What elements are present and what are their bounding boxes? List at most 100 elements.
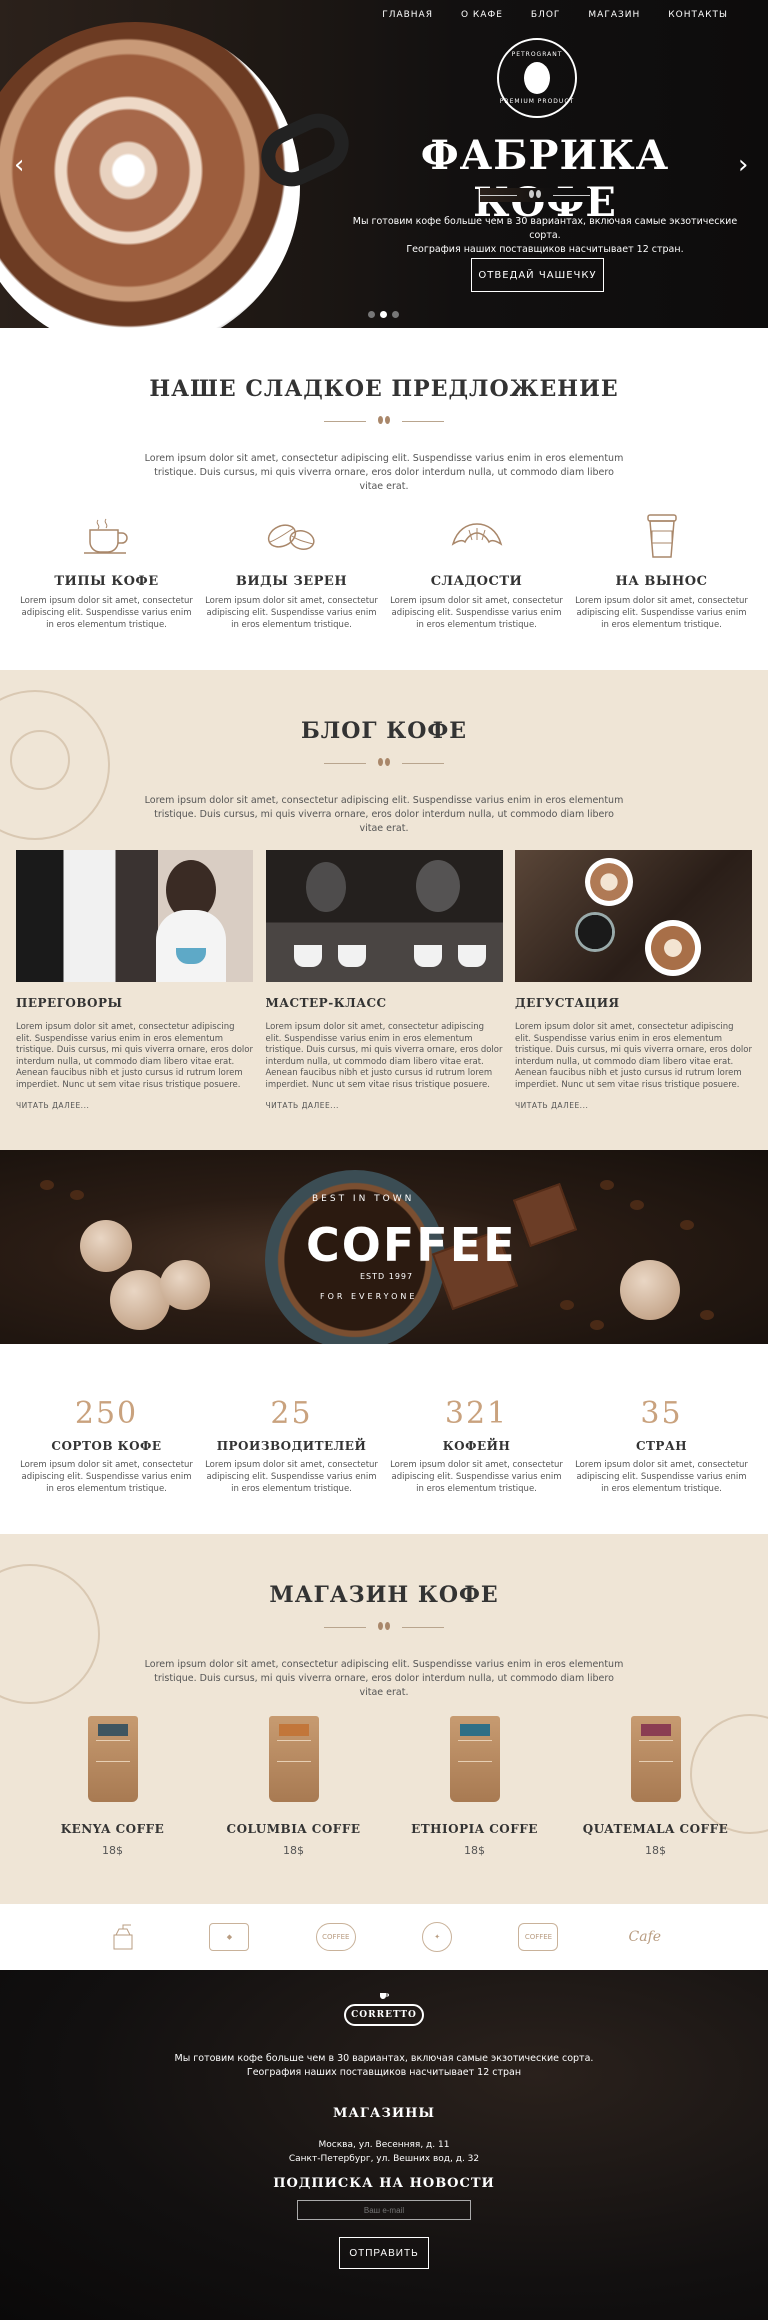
product-card[interactable]: QUATEMALA COFFE 18$	[571, 1716, 741, 1857]
hero-subtitle: Мы готовим кофе больше чем в 30 варианта…	[350, 215, 740, 257]
address-1: Москва, ул. Весенняя, д. 11	[318, 2140, 450, 2150]
stat-item: 35 СТРАН Lorem ipsum dolor sit amet, con…	[574, 1396, 750, 1495]
shop-addresses: Москва, ул. Весенняя, д. 11 Санкт-Петерб…	[0, 2138, 768, 2166]
circle-logo-icon[interactable]: ✦	[422, 1922, 453, 1952]
post-title[interactable]: ПЕРЕГОВОРЫ	[16, 996, 253, 1010]
coffee-banner: BEST IN TOWN COFFEE ESTD 1997 FOR EVERYO…	[0, 1150, 768, 1344]
shop-intro: Lorem ipsum dolor sit amet, consectetur …	[144, 1659, 624, 1698]
product-name[interactable]: QUATEMALA COFFE	[571, 1822, 741, 1836]
badge-top-text: PETROGRANT	[511, 51, 563, 58]
hero-section: ГЛАВНАЯ О КАФЕ БЛОГ МАГАЗИН КОНТАКТЫ PET…	[0, 0, 768, 328]
product-name[interactable]: COLUMBIA COFFE	[209, 1822, 379, 1836]
product-card[interactable]: KENYA COFFE 18$	[28, 1716, 198, 1857]
coffee-beans-icon	[204, 508, 380, 564]
slider-dot-active[interactable]	[380, 311, 387, 318]
blog-title: БЛОГ КОФЕ	[300, 718, 468, 744]
nav-blog[interactable]: БЛОГ	[531, 10, 561, 20]
coffee-logo[interactable]: COFFEE	[315, 1923, 356, 1951]
offer-intro: Lorem ipsum dolor sit amet, consectetur …	[144, 453, 624, 492]
hero-divider	[480, 188, 590, 202]
badge-logo-icon[interactable]: ◆	[209, 1923, 250, 1951]
feature-item: ТИПЫ КОФЕ Lorem ipsum dolor sit amet, co…	[19, 508, 195, 631]
croissant-icon	[389, 508, 565, 564]
coffee-bag-image[interactable]	[630, 1716, 681, 1802]
post-title[interactable]: МАСТЕР-КЛАСС	[266, 996, 503, 1010]
slider-dot[interactable]	[392, 311, 399, 318]
footer-about: Мы готовим кофе больше чем в 30 варианта…	[0, 2052, 768, 2080]
section-divider	[0, 758, 768, 768]
feature-title: СЛАДОСТИ	[430, 574, 523, 589]
email-field[interactable]	[297, 2200, 471, 2220]
footer-logo[interactable]: CORRETTO	[344, 2004, 424, 2026]
offer-section: НАШЕ СЛАДКОЕ ПРЕДЛОЖЕНИЕ Lorem ipsum dol…	[0, 328, 768, 670]
grinder-logo-icon[interactable]	[103, 1923, 143, 1951]
hero-subtitle-line-1: Мы готовим кофе больше чем в 30 варианта…	[352, 216, 738, 241]
stat-title: КОФЕЙН	[442, 1439, 511, 1453]
coffee-cup-icon	[380, 1993, 389, 1999]
feature-title: ТИПЫ КОФЕ	[54, 574, 159, 589]
tasting-photo[interactable]	[515, 850, 752, 982]
partner-logos: ◆ COFFEE ✦ COFFEE Cafe	[0, 1904, 768, 1970]
address-2: Санкт-Петербург, ул. Вешних вод, д. 32	[288, 2154, 480, 2164]
macaron-image	[160, 1260, 210, 1310]
coffee-bag-image[interactable]	[87, 1716, 138, 1802]
coffee-bag-image[interactable]	[268, 1716, 319, 1802]
product-card[interactable]: ETHIOPIA COFFE 18$	[390, 1716, 560, 1857]
offer-title: НАШЕ СЛАДКОЕ ПРЕДЛОЖЕНИЕ	[149, 376, 619, 402]
slider-dot[interactable]	[368, 311, 375, 318]
slider-prev-icon[interactable]: ‹	[14, 150, 24, 180]
shop-section: МАГАЗИН КОФЕ Lorem ipsum dolor sit amet,…	[0, 1534, 768, 1904]
read-more-link[interactable]: ЧИТАТЬ ДАЛЕЕ...	[16, 1101, 253, 1110]
coffee-logo[interactable]: COFFEE	[518, 1923, 559, 1951]
banner-est-text: ESTD 1997	[360, 1272, 414, 1281]
subscribe-title: ПОДПИСКА НА НОВОСТИ	[273, 2176, 495, 2191]
nav-home[interactable]: ГЛАВНАЯ	[382, 10, 433, 20]
send-button[interactable]: ОТПРАВИТЬ	[339, 2237, 429, 2269]
stats-section: 250 СОРТОВ КОФЕ Lorem ipsum dolor sit am…	[0, 1344, 768, 1534]
feature-item: НА ВЫНОС Lorem ipsum dolor sit amet, con…	[574, 508, 750, 631]
nav-shop[interactable]: МАГАЗИН	[588, 10, 640, 20]
taste-cup-button[interactable]: ОТВЕДАЙ ЧАШЕЧКУ	[471, 258, 604, 292]
chocolate-image	[512, 1182, 578, 1248]
beans-icon	[527, 190, 543, 200]
read-more-link[interactable]: ЧИТАТЬ ДАЛЕЕ...	[266, 1101, 503, 1110]
coffee-bag-image[interactable]	[449, 1716, 500, 1802]
stat-item: 250 СОРТОВ КОФЕ Lorem ipsum dolor sit am…	[19, 1396, 195, 1495]
blog-posts: ПЕРЕГОВОРЫ Lorem ipsum dolor sit amet, c…	[16, 850, 752, 1110]
beans-icon	[376, 416, 392, 426]
footer-about-line-2: География наших поставщиков насчитывает …	[246, 2067, 522, 2078]
post-text: Lorem ipsum dolor sit amet, consectetur …	[515, 1022, 752, 1090]
macaron-image	[620, 1260, 680, 1320]
feature-text: Lorem ipsum dolor sit amet, consectetur …	[20, 596, 193, 630]
hero-title: ФАБРИКА КОФЕ	[420, 132, 670, 226]
feature-list: ТИПЫ КОФЕ Lorem ipsum dolor sit amet, co…	[0, 508, 768, 631]
product-list: KENYA COFFE 18$ COLUMBIA COFFE 18$ ETHIO…	[0, 1716, 768, 1857]
feature-title: ВИДЫ ЗЕРЕН	[235, 574, 348, 589]
latte-cup-image	[0, 22, 300, 328]
stat-item: 321 КОФЕЙН Lorem ipsum dolor sit amet, c…	[389, 1396, 565, 1495]
product-name[interactable]: ETHIOPIA COFFE	[390, 1822, 560, 1836]
nav-contacts[interactable]: КОНТАКТЫ	[668, 10, 728, 20]
post-title[interactable]: ДЕГУСТАЦИЯ	[515, 996, 752, 1010]
section-divider	[0, 416, 768, 426]
product-price: 18$	[102, 1844, 123, 1857]
read-more-link[interactable]: ЧИТАТЬ ДАЛЕЕ...	[515, 1101, 752, 1110]
feature-text: Lorem ipsum dolor sit amet, consectetur …	[575, 596, 748, 630]
hero-subtitle-line-2: География наших поставщиков насчитывает …	[406, 244, 684, 255]
section-divider	[0, 1622, 768, 1632]
product-card[interactable]: COLUMBIA COFFE 18$	[209, 1716, 379, 1857]
feature-item: СЛАДОСТИ Lorem ipsum dolor sit amet, con…	[389, 508, 565, 631]
nav-about[interactable]: О КАФЕ	[461, 10, 503, 20]
feature-item: ВИДЫ ЗЕРЕН Lorem ipsum dolor sit amet, c…	[204, 508, 380, 631]
meeting-photo[interactable]	[16, 850, 253, 982]
cafe-logo[interactable]: Cafe	[625, 1923, 665, 1951]
coffee-cup-icon	[19, 508, 195, 564]
feature-text: Lorem ipsum dolor sit amet, consectetur …	[390, 596, 563, 630]
beans-icon	[376, 1622, 392, 1632]
stats-list: 250 СОРТОВ КОФЕ Lorem ipsum dolor sit am…	[0, 1396, 768, 1495]
stat-number: 35	[640, 1396, 683, 1431]
product-name[interactable]: KENYA COFFE	[28, 1822, 198, 1836]
coffee-bean-icon	[524, 62, 550, 94]
master-class-photo[interactable]	[265, 850, 503, 982]
footer-about-line-1: Мы готовим кофе больше чем в 30 варианта…	[174, 2053, 594, 2064]
